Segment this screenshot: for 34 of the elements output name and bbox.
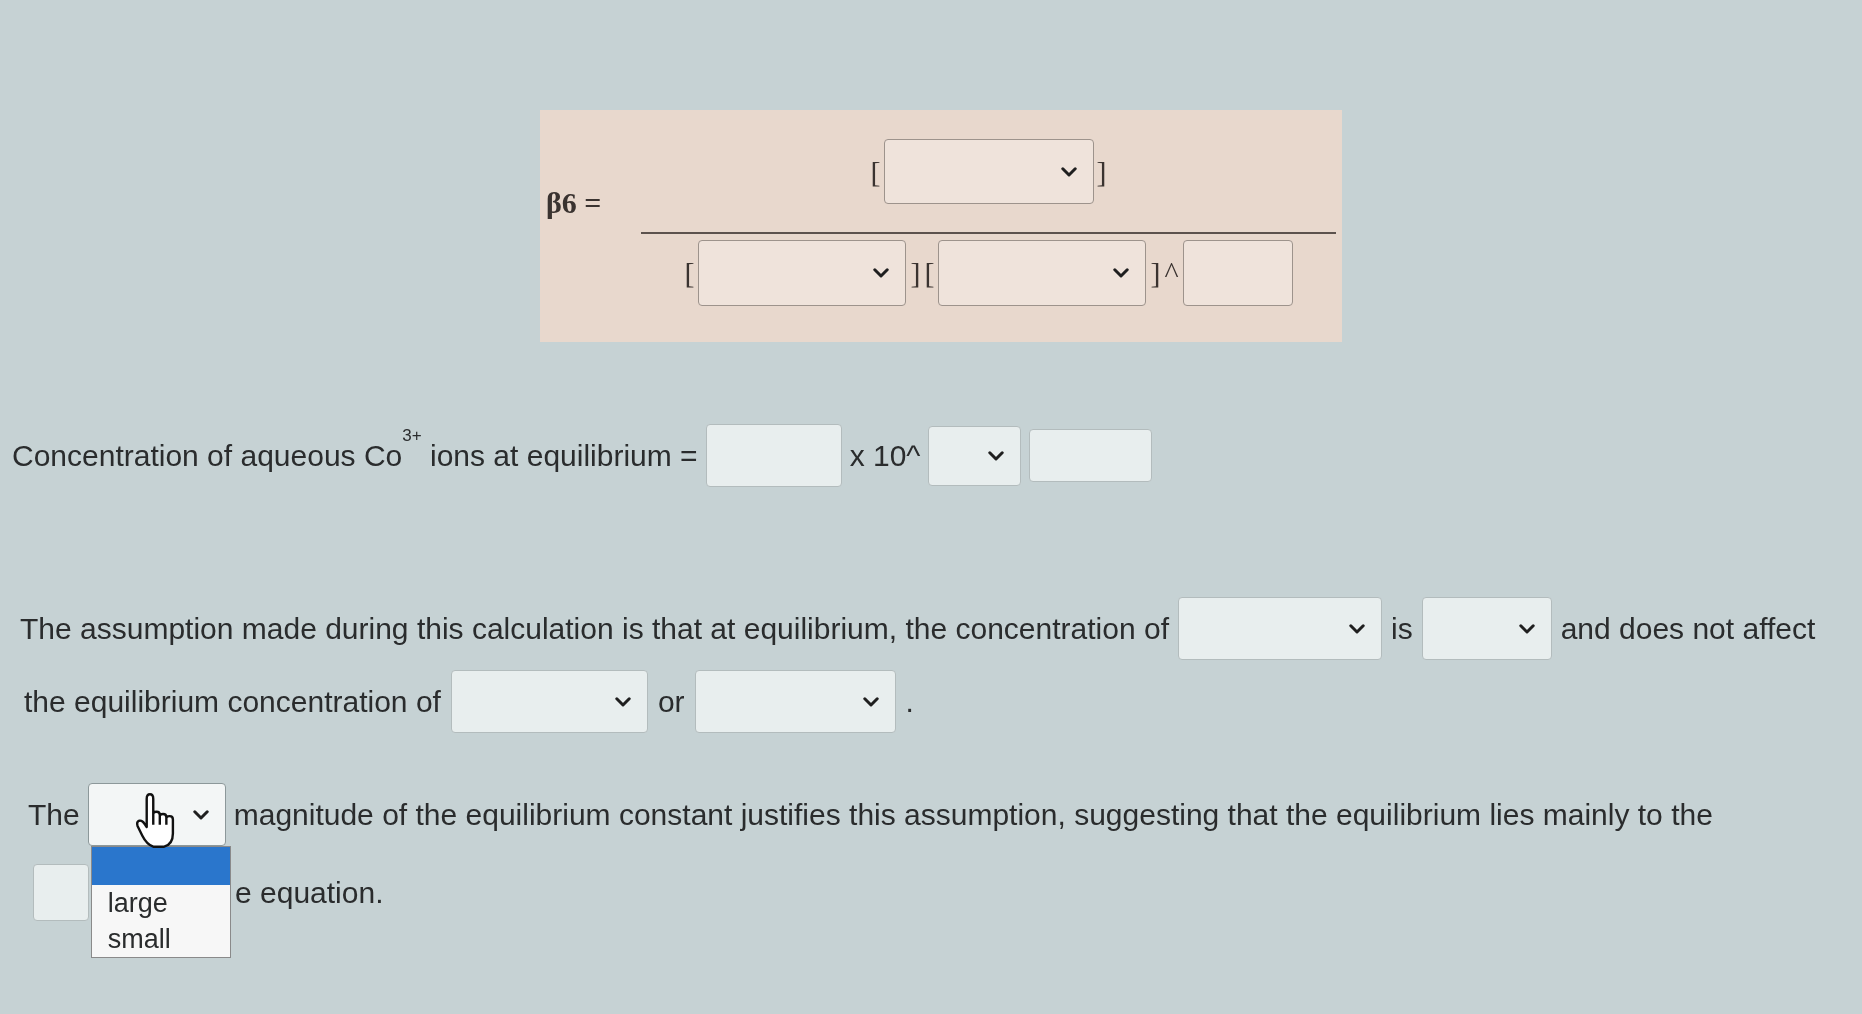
formula-symbol: [: [870, 156, 881, 187]
chevron-down-icon: [1348, 623, 1365, 634]
dropdown-option[interactable]: large: [91, 885, 230, 921]
chevron-down-icon: [873, 267, 890, 278]
input-field[interactable]: [1029, 429, 1153, 482]
question-text: .: [905, 683, 914, 720]
formula-label: β6 =: [546, 186, 602, 219]
chevron-down-icon: [988, 450, 1005, 461]
question-text: is: [1390, 610, 1413, 647]
question-text: The assumption made during this calculation is that at equilibrium, the concentration of: [20, 610, 1169, 647]
chevron-down-icon: [614, 696, 631, 707]
question-text: x 10^: [849, 437, 921, 474]
chevron-down-icon: [1060, 166, 1077, 177]
formula-symbol: [: [924, 257, 935, 288]
chevron-down-icon: [862, 696, 879, 707]
chevron-down-icon: [1113, 267, 1130, 278]
input-field[interactable]: [705, 424, 842, 487]
question-text: Concentration of aqueous Co$^{3+}$ ions at equilibrium =: [12, 431, 698, 474]
input-field[interactable]: [1182, 239, 1293, 306]
input-field[interactable]: [33, 864, 89, 921]
formula-symbol: ]: [1096, 156, 1107, 187]
chevron-down-icon: [1518, 623, 1535, 634]
formula-symbol: ^: [1164, 257, 1179, 288]
question-text: or: [657, 683, 685, 720]
dropdown-option[interactable]: small: [91, 921, 230, 957]
question-text: The: [28, 796, 80, 833]
formula-symbol: [: [684, 257, 695, 288]
chevron-down-icon: [192, 809, 209, 820]
formula-symbol: ]: [1150, 257, 1161, 288]
formula-symbol: ]: [910, 257, 921, 288]
question-text: the equilibrium concentration of: [24, 683, 441, 720]
question-text: e equation.: [235, 874, 384, 911]
question-text: and does not affect: [1560, 610, 1816, 647]
question-text: magnitude of the equilibrium constant justifies this assumption, suggesting that the equilibrium lies mainly to the: [233, 796, 1713, 833]
